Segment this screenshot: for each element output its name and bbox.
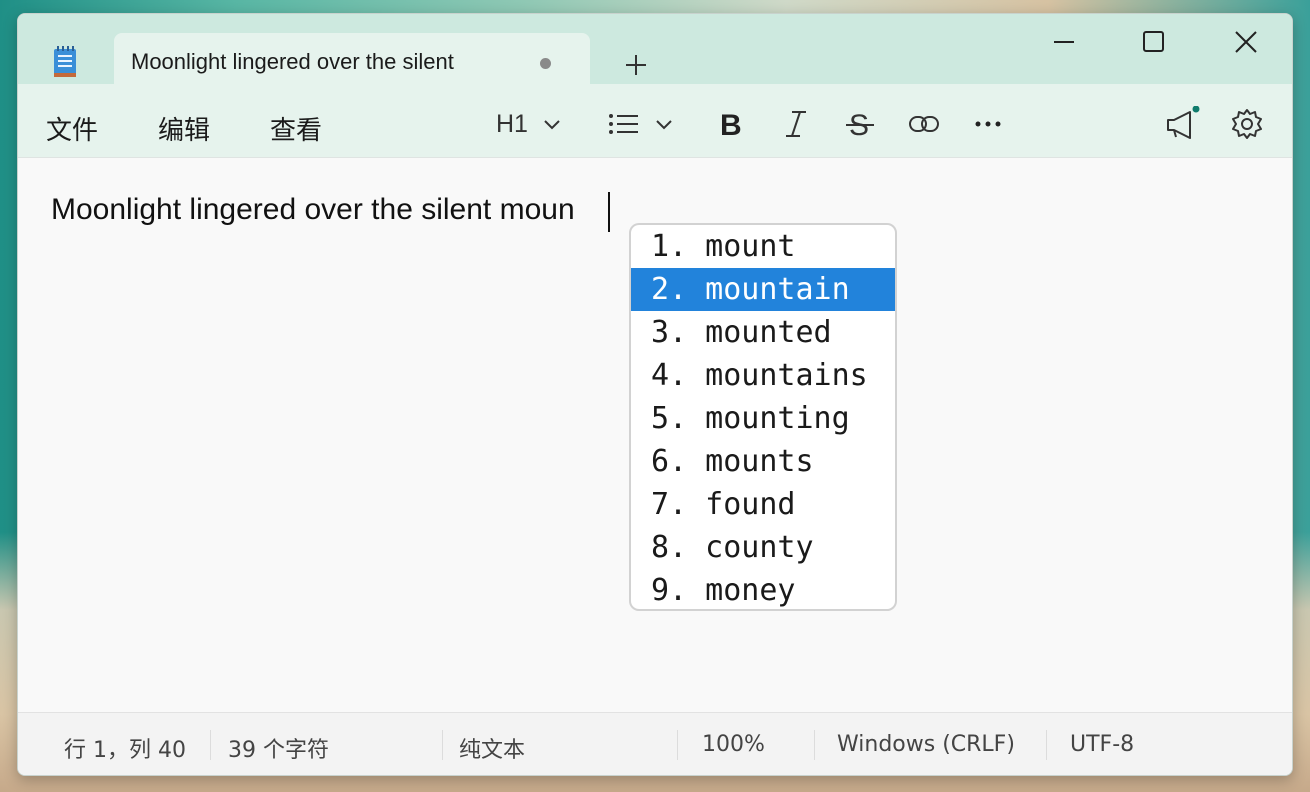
notification-dot [1192, 106, 1200, 113]
more-icon[interactable] [974, 106, 1002, 142]
text-format[interactable]: 纯文本 [459, 732, 525, 764]
autocomplete-item[interactable]: 8. county [631, 526, 895, 569]
menu-file[interactable]: 文件 [46, 110, 98, 147]
encoding[interactable]: UTF-8 [1070, 732, 1134, 757]
autocomplete-item[interactable]: 3. mounted [631, 311, 895, 354]
autocomplete-item[interactable]: 1. mount [631, 225, 895, 268]
menu-edit[interactable]: 编辑 [158, 110, 210, 147]
heading-dropdown[interactable]: H1 [496, 106, 562, 142]
divider [442, 730, 443, 760]
unsaved-indicator [540, 58, 551, 69]
text-caret [608, 192, 610, 232]
divider [1046, 730, 1047, 760]
list-dropdown[interactable] [608, 106, 674, 142]
chevron-down-icon [544, 120, 560, 130]
divider [210, 730, 211, 760]
autocomplete-item[interactable]: 6. mounts [631, 440, 895, 483]
list-icon [609, 114, 638, 134]
italic-icon[interactable] [782, 106, 810, 142]
autocomplete-item[interactable]: 7. found [631, 483, 895, 526]
chevron-down-icon [656, 120, 672, 130]
text-editor[interactable]: Moonlight lingered over the silent moun … [18, 159, 1292, 712]
close-icon[interactable] [1226, 30, 1266, 70]
menu-view[interactable]: 查看 [270, 110, 322, 147]
tab-title: Moonlight lingered over the silent [131, 49, 454, 74]
autocomplete-popup: 1. mount 2. mountain 3. mounted 4. mount… [629, 223, 897, 611]
gear-icon[interactable] [1230, 106, 1264, 142]
megaphone-icon[interactable] [1164, 106, 1200, 142]
notepad-app-icon [54, 46, 76, 77]
status-bar: 行 1，列 40 39 个字符 纯文本 100% Windows (CRLF) … [18, 712, 1292, 775]
divider [677, 730, 678, 760]
maximize-icon[interactable] [1134, 30, 1174, 70]
svg-text:B: B [720, 109, 742, 142]
strikethrough-icon[interactable]: S [846, 106, 874, 142]
document-tab[interactable]: Moonlight lingered over the silent [114, 33, 590, 85]
link-icon[interactable] [908, 106, 940, 142]
title-bar: Moonlight lingered over the silent [18, 14, 1292, 85]
zoom-level[interactable]: 100% [702, 732, 765, 757]
plus-icon[interactable] [621, 50, 651, 80]
editor-content[interactable]: Moonlight lingered over the silent moun [51, 193, 575, 227]
autocomplete-item[interactable]: 5. mounting [631, 397, 895, 440]
autocomplete-item[interactable]: 9. money [631, 569, 895, 609]
divider [814, 730, 815, 760]
heading-label: H1 [496, 109, 528, 138]
character-count: 39 个字符 [228, 738, 329, 763]
bold-icon[interactable]: B [718, 106, 746, 142]
cursor-position: 行 1，列 40 [64, 738, 186, 763]
minimize-icon[interactable] [1044, 30, 1084, 70]
line-ending[interactable]: Windows (CRLF) [837, 732, 1015, 757]
autocomplete-item[interactable]: 4. mountains [631, 354, 895, 397]
autocomplete-item-selected[interactable]: 2. mountain [631, 268, 895, 311]
notepad-window: Moonlight lingered over the silent 文件 编辑… [17, 13, 1293, 776]
toolbar: 文件 编辑 查看 H1 B S [18, 84, 1292, 158]
